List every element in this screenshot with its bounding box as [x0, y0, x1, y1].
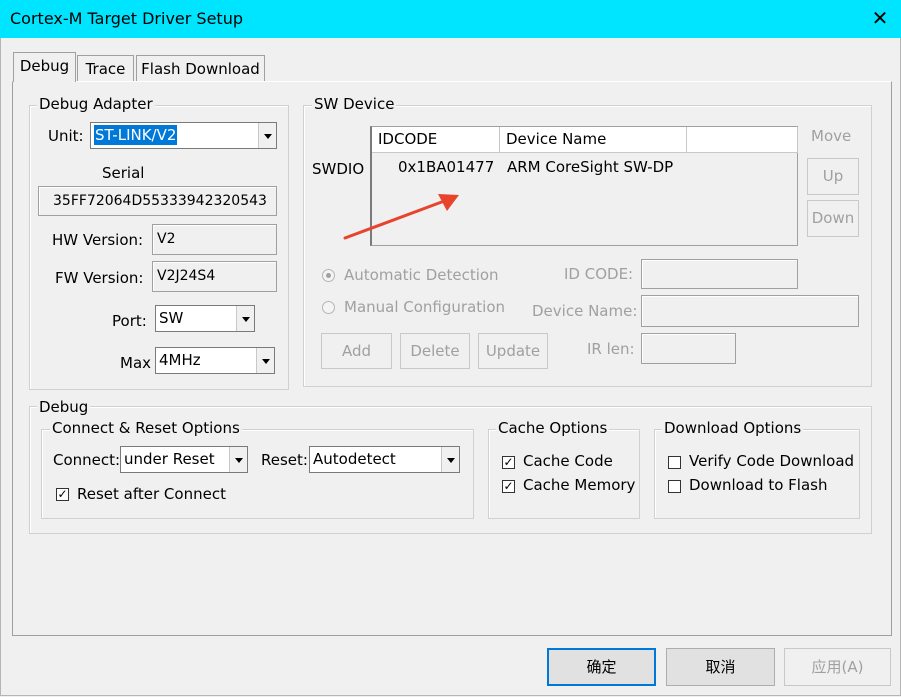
connect-combobox[interactable]: under Reset	[120, 446, 248, 473]
window-title: Cortex-M Target Driver Setup	[10, 9, 243, 28]
fw-version-label: FW Version:	[55, 269, 144, 287]
reset-combobox[interactable]: Autodetect	[309, 446, 460, 473]
device-name-input[interactable]	[641, 295, 859, 327]
chevron-down-icon[interactable]	[258, 123, 276, 148]
connect-reset-group	[41, 429, 474, 519]
reset-after-connect-checkbox[interactable]: ✓	[56, 488, 69, 501]
apply-button[interactable]: 应用(A)	[784, 648, 891, 686]
fw-version-field: V2J24S4	[152, 261, 277, 292]
automatic-detection-radio[interactable]	[322, 269, 335, 282]
max-clock-combobox[interactable]: 4MHz	[155, 347, 275, 374]
column-header-empty	[687, 127, 798, 153]
reset-after-connect-label[interactable]: Reset after Connect	[77, 485, 226, 503]
annotation-arrow	[343, 194, 459, 240]
chevron-down-icon[interactable]	[236, 306, 254, 331]
close-icon[interactable]: ✕	[866, 4, 894, 32]
chevron-down-icon[interactable]	[256, 348, 274, 373]
tab-trace[interactable]: Trace	[77, 55, 134, 81]
port-value: SW	[159, 309, 184, 327]
move-up-button[interactable]: Up	[807, 158, 859, 195]
move-down-button[interactable]: Down	[807, 200, 859, 237]
cancel-button[interactable]: 取消	[666, 648, 775, 686]
verify-code-download-checkbox[interactable]	[668, 456, 681, 469]
chevron-down-icon[interactable]	[441, 447, 459, 472]
download-to-flash-label[interactable]: Download to Flash	[689, 476, 827, 494]
reset-label: Reset:	[261, 451, 308, 469]
device-name-label: Device Name:	[532, 302, 638, 320]
cache-code-checkbox[interactable]: ✓	[502, 456, 515, 469]
ir-len-label: IR len:	[587, 340, 635, 358]
tab-flash-download[interactable]: Flash Download	[136, 55, 265, 81]
cache-memory-checkbox[interactable]: ✓	[502, 480, 515, 493]
unit-value: ST-LINK/V2	[94, 125, 178, 145]
max-label: Max	[120, 354, 152, 372]
max-clock-value: 4MHz	[159, 351, 201, 369]
cache-code-label[interactable]: Cache Code	[523, 452, 613, 470]
verify-code-download-label[interactable]: Verify Code Download	[689, 452, 854, 470]
connect-label: Connect:	[53, 451, 121, 469]
swdio-label: SWDIO	[312, 160, 365, 178]
debug-adapter-legend: Debug Adapter	[37, 95, 155, 113]
hw-version-field: V2	[152, 224, 277, 255]
ir-len-input[interactable]	[641, 333, 736, 364]
debug-legend: Debug	[37, 398, 91, 416]
serial-field: 35FF72064D55333942320543	[38, 186, 277, 216]
hw-version-label: HW Version:	[52, 231, 144, 249]
update-button[interactable]: Update	[478, 333, 548, 369]
add-button[interactable]: Add	[321, 333, 392, 369]
unit-combobox[interactable]: ST-LINK/V2	[90, 122, 277, 149]
tab-debug[interactable]: Debug	[13, 52, 76, 82]
serial-label: Serial	[102, 164, 145, 182]
connect-reset-legend: Connect & Reset Options	[50, 419, 242, 437]
port-combobox[interactable]: SW	[155, 305, 255, 332]
chevron-down-icon[interactable]	[229, 447, 247, 472]
download-options-legend: Download Options	[662, 419, 804, 437]
column-header-device-name[interactable]: Device Name	[500, 127, 687, 153]
reset-value: Autodetect	[313, 450, 396, 468]
delete-button[interactable]: Delete	[400, 333, 470, 369]
automatic-detection-label[interactable]: Automatic Detection	[344, 266, 499, 284]
row-idcode[interactable]: 0x1BA01477	[398, 158, 494, 176]
unit-label: Unit:	[48, 127, 84, 145]
ok-button[interactable]: 确定	[547, 648, 656, 686]
manual-configuration-radio[interactable]	[322, 301, 335, 314]
move-label: Move	[811, 127, 852, 145]
column-header-idcode[interactable]: IDCODE	[372, 127, 500, 153]
download-to-flash-checkbox[interactable]	[668, 480, 681, 493]
cache-options-group	[488, 429, 640, 519]
connect-value: under Reset	[124, 450, 215, 468]
manual-configuration-label[interactable]: Manual Configuration	[344, 298, 505, 316]
row-device-name[interactable]: ARM CoreSight SW-DP	[507, 158, 673, 176]
download-options-group	[654, 429, 860, 519]
id-code-input[interactable]	[641, 259, 798, 289]
id-code-label: ID CODE:	[564, 265, 634, 283]
port-label: Port:	[112, 312, 147, 330]
cache-options-legend: Cache Options	[496, 419, 610, 437]
sw-device-legend: SW Device	[312, 95, 397, 113]
cache-memory-label[interactable]: Cache Memory	[523, 476, 635, 494]
